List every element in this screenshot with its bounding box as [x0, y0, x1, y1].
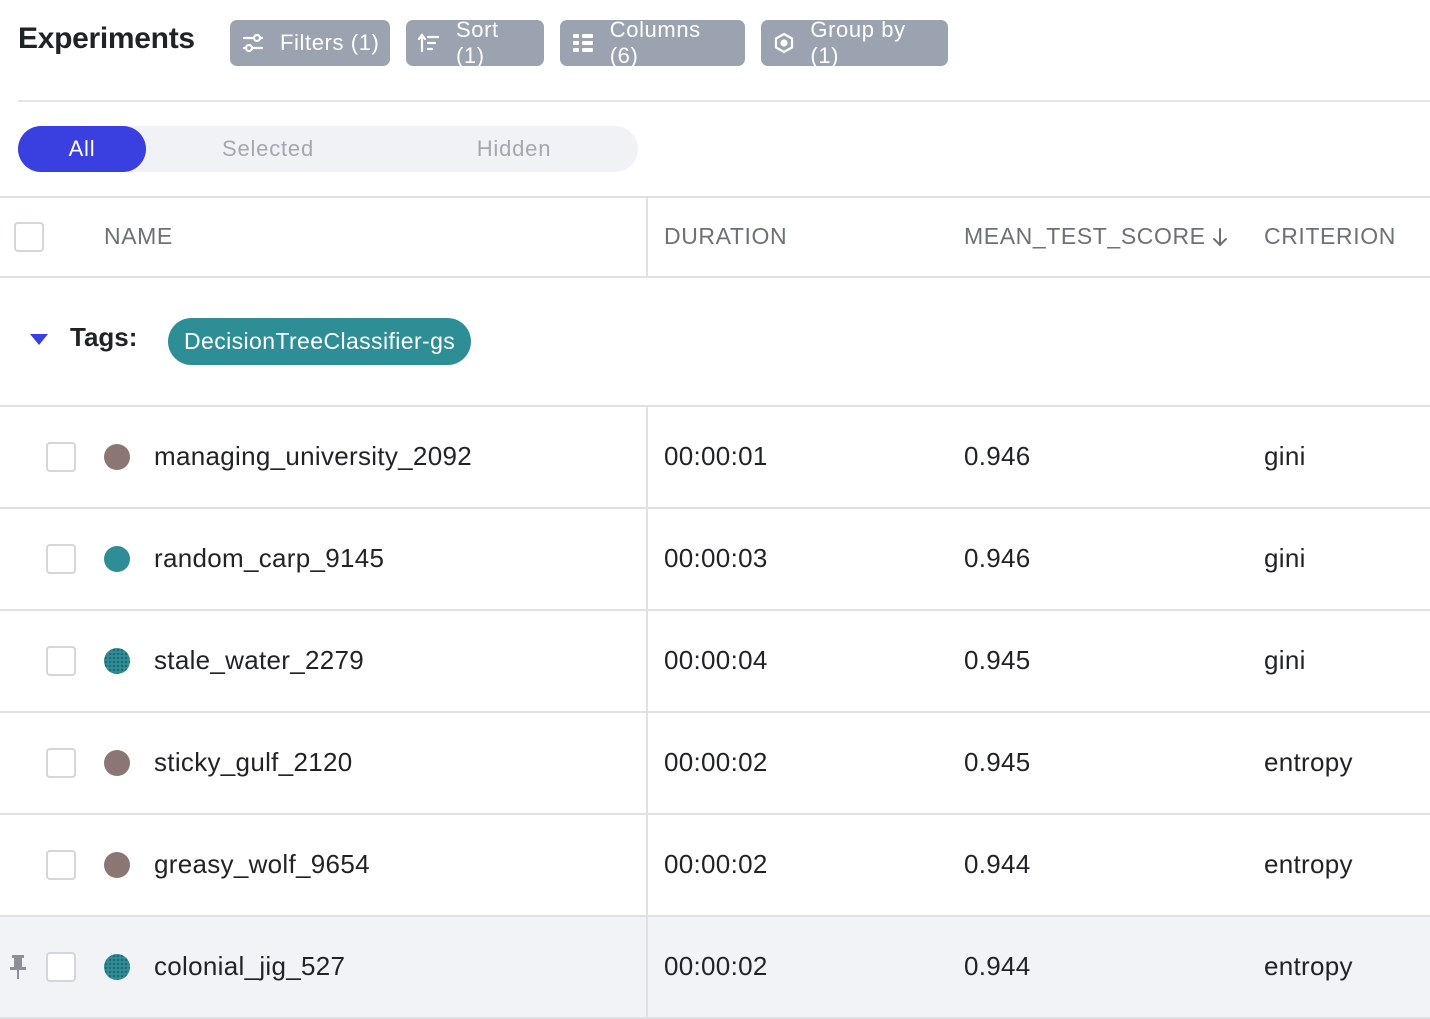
mean-test-score-cell: 0.946 [964, 441, 1031, 471]
table-row[interactable]: greasy_wolf_9654 00:00:02 0.944 entropy [0, 815, 1430, 917]
row-checkbox[interactable] [46, 544, 76, 574]
run-name[interactable]: managing_university_2092 [154, 441, 472, 472]
column-divider [646, 611, 648, 713]
duration-cell: 00:00:02 [664, 747, 768, 777]
criterion-cell: gini [1264, 645, 1306, 675]
mean-test-score-cell: 0.944 [964, 951, 1031, 981]
column-header-name[interactable]: NAME [104, 223, 173, 250]
group-hexagon-icon [771, 30, 796, 56]
sort-icon [416, 30, 442, 56]
mean-test-score-cell: 0.946 [964, 543, 1031, 573]
column-divider [646, 917, 648, 1019]
duration-cell: 00:00:04 [664, 645, 768, 675]
run-name[interactable]: greasy_wolf_9654 [154, 849, 370, 880]
column-divider [646, 713, 648, 815]
duration-cell: 00:00:02 [664, 849, 768, 879]
column-divider [646, 509, 648, 611]
tag-chip[interactable]: DecisionTreeClassifier-gs [168, 318, 472, 365]
duration-cell: 00:00:01 [664, 441, 768, 471]
column-divider [646, 407, 648, 509]
page-title: Experiments [18, 22, 195, 55]
run-name[interactable]: stale_water_2279 [154, 645, 364, 676]
tab-selected[interactable]: Selected [170, 126, 366, 172]
table-top-border [0, 196, 1430, 198]
run-color-dot [104, 444, 130, 470]
mean-test-score-cell: 0.945 [964, 645, 1031, 675]
run-name[interactable]: random_carp_9145 [154, 543, 384, 574]
select-all-checkbox[interactable] [14, 222, 44, 252]
group-label: Tags: [70, 322, 138, 352]
columns-button[interactable]: Columns (6) [560, 17, 745, 68]
run-name[interactable]: colonial_jig_527 [154, 951, 345, 982]
criterion-cell: gini [1264, 543, 1306, 573]
run-name[interactable]: sticky_gulf_2120 [154, 747, 352, 778]
column-header-mean-test-score-label: MEAN_TEST_SCORE [964, 223, 1206, 249]
table-row[interactable]: colonial_jig_527 00:00:02 0.944 entropy [0, 917, 1430, 1019]
collapse-caret-icon[interactable] [30, 334, 48, 345]
filter-sliders-icon [240, 30, 266, 56]
row-checkbox[interactable] [46, 952, 76, 982]
arrow-down-icon [1210, 226, 1230, 248]
mean-test-score-cell: 0.944 [964, 849, 1031, 879]
column-header-duration[interactable]: DURATION [664, 223, 787, 250]
view-tabs: All Selected Hidden [18, 126, 638, 172]
columns-button-label: Columns (6) [609, 17, 701, 68]
column-divider [646, 815, 648, 917]
group-by-button-label: Group by (1) [810, 17, 906, 68]
duration-cell: 00:00:02 [664, 951, 768, 981]
criterion-cell: entropy [1264, 951, 1353, 981]
table-row[interactable]: random_carp_9145 00:00:03 0.946 gini [0, 509, 1430, 611]
filters-button[interactable]: Filters (1) [230, 20, 390, 66]
row-checkbox[interactable] [46, 646, 76, 676]
column-resizer[interactable] [646, 198, 648, 276]
run-color-dot [104, 546, 130, 572]
mean-test-score-cell: 0.945 [964, 747, 1031, 777]
run-color-dot [104, 648, 130, 674]
header-bottom-border [0, 276, 1430, 278]
row-checkbox[interactable] [46, 850, 76, 880]
filters-button-label: Filters (1) [280, 30, 380, 55]
table-row[interactable]: sticky_gulf_2120 00:00:02 0.945 entropy [0, 713, 1430, 815]
column-header-criterion[interactable]: CRITERION [1264, 223, 1396, 250]
column-header-mean-test-score[interactable]: MEAN_TEST_SCORE [964, 223, 1230, 250]
row-checkbox[interactable] [46, 748, 76, 778]
criterion-cell: entropy [1264, 747, 1353, 777]
toolbar-divider [18, 100, 1430, 102]
columns-grid-icon [570, 30, 596, 56]
sort-button[interactable]: Sort (1) [406, 17, 544, 68]
toolbar: Experiments Filters (1) Sort (1) Columns… [0, 0, 1430, 100]
group-by-button[interactable]: Group by (1) [761, 17, 948, 68]
pin-icon[interactable] [8, 953, 28, 981]
criterion-cell: entropy [1264, 849, 1353, 879]
row-checkbox[interactable] [46, 442, 76, 472]
run-color-dot [104, 852, 130, 878]
duration-cell: 00:00:03 [664, 543, 768, 573]
run-color-dot [104, 750, 130, 776]
tab-hidden[interactable]: Hidden [418, 126, 610, 172]
tab-all[interactable]: All [18, 126, 146, 172]
run-color-dot [104, 954, 130, 980]
table-row[interactable]: managing_university_2092 00:00:01 0.946 gin… [0, 407, 1430, 509]
criterion-cell: gini [1264, 441, 1306, 471]
table-row[interactable]: stale_water_2279 00:00:04 0.945 gini [0, 611, 1430, 713]
sort-button-label: Sort (1) [455, 17, 499, 68]
